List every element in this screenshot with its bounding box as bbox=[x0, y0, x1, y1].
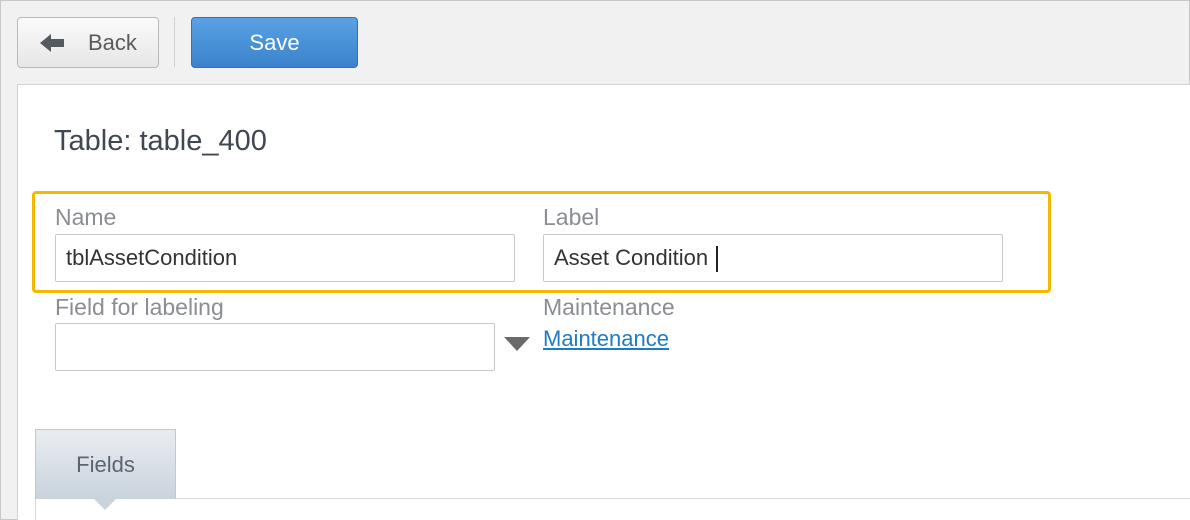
back-button-label: Back bbox=[88, 29, 137, 55]
maintenance-link[interactable]: Maintenance bbox=[543, 326, 669, 352]
maintenance-label: Maintenance bbox=[543, 294, 675, 320]
tab-strip-line bbox=[35, 498, 1190, 499]
dropdown-arrow-icon[interactable] bbox=[504, 337, 530, 351]
name-input[interactable] bbox=[55, 234, 515, 282]
window: Back Save Table: table_400 Name Label Fi… bbox=[0, 0, 1190, 520]
save-button[interactable]: Save bbox=[191, 17, 358, 68]
text-cursor bbox=[716, 246, 718, 272]
page-title: Table: table_400 bbox=[54, 125, 267, 157]
label-label: Label bbox=[543, 204, 600, 230]
tab-active-indicator bbox=[93, 498, 117, 510]
back-button[interactable]: Back bbox=[17, 17, 159, 68]
name-label: Name bbox=[55, 204, 117, 230]
toolbar-divider bbox=[174, 17, 175, 67]
field-for-labeling-label: Field for labeling bbox=[55, 294, 224, 320]
tab-fields[interactable]: Fields bbox=[35, 429, 176, 499]
tab-content-area bbox=[35, 499, 1190, 520]
back-arrow-icon bbox=[40, 33, 66, 53]
field-for-labeling-select[interactable] bbox=[55, 323, 495, 371]
label-input[interactable] bbox=[543, 234, 1003, 282]
